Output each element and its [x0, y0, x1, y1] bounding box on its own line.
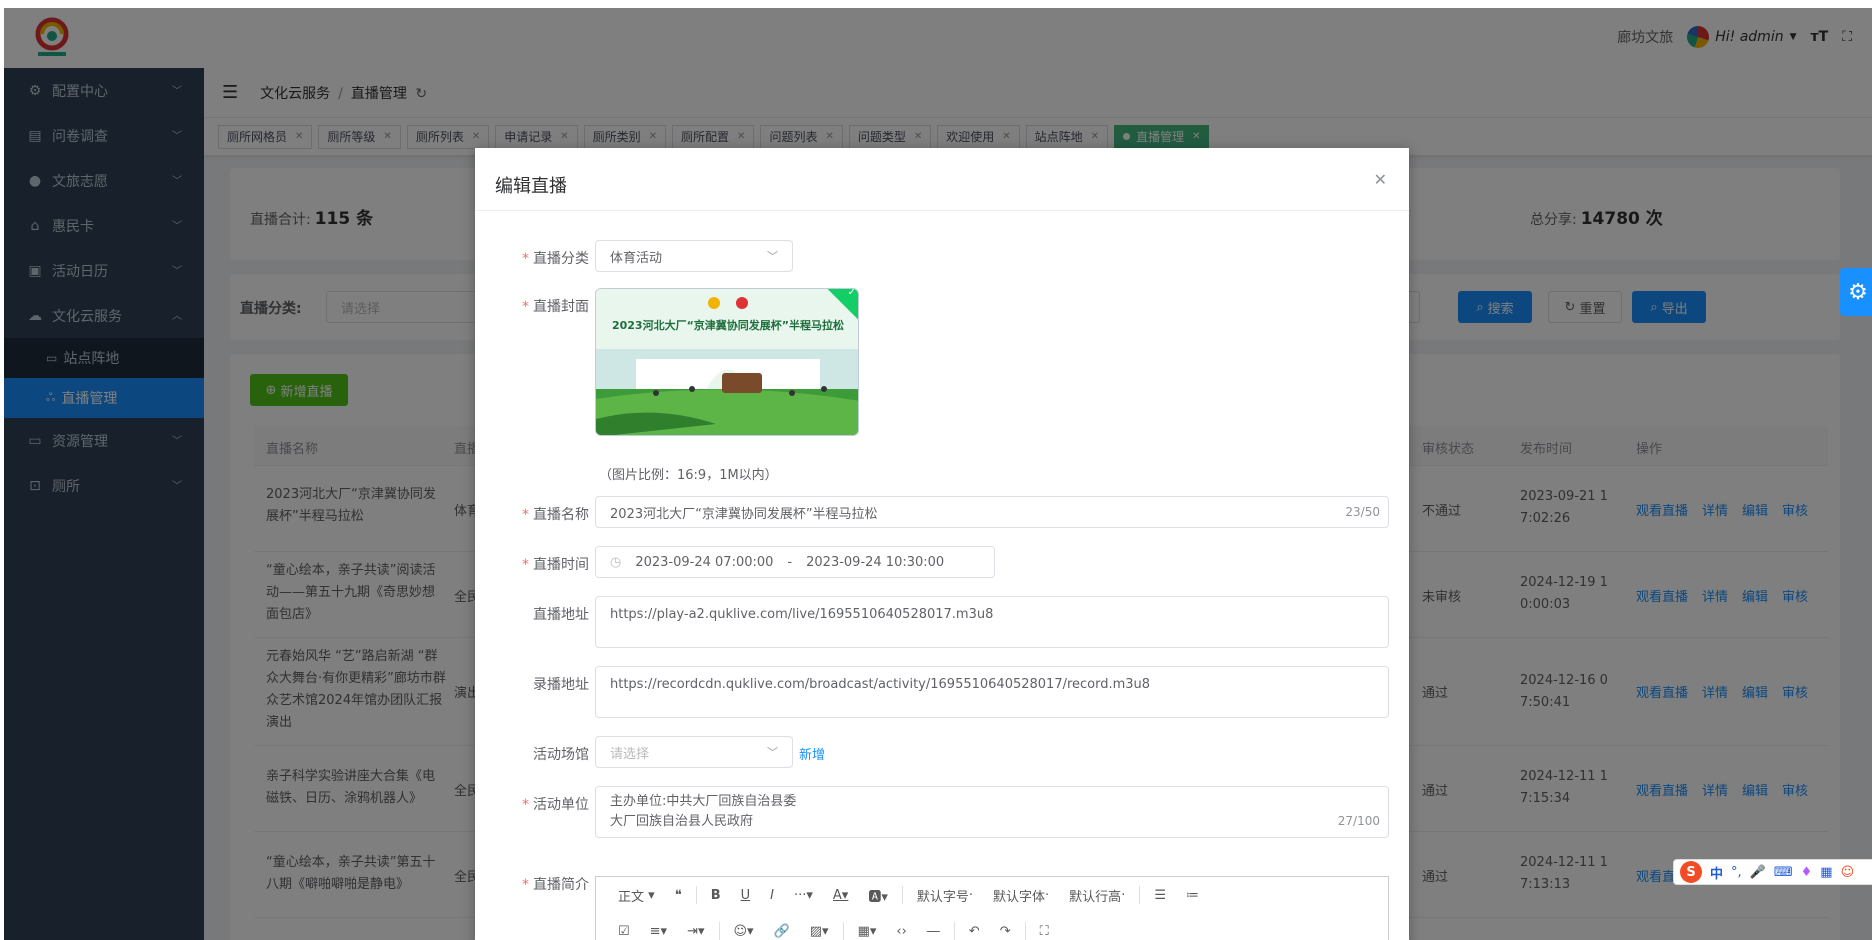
category-label: * 直播分类 [522, 251, 589, 267]
redo-icon[interactable]: ↷ [990, 917, 1021, 940]
check-icon: ✓ [847, 288, 856, 299]
time-range-picker[interactable]: ◷ 2023-09-24 07:00:00 - 2023-09-24 10:30… [595, 546, 995, 578]
code-icon[interactable]: ‹› [886, 917, 916, 940]
font-family-select[interactable]: 默认字体 · [983, 881, 1059, 909]
editor-toolbar-row: 正文 ▾ ❝ B U I ···▾ A▾ 🅰▾ 默认字号 · 默认字体 · 默认行高… [596, 877, 1388, 913]
venue-select[interactable]: 请选择 ﹀ [595, 736, 793, 768]
org-line: 主办单位:中共大厂回族自治县委 [610, 794, 797, 809]
org-char-count: 27/100 [1337, 814, 1380, 828]
indent-icon[interactable]: ⇥▾ [677, 917, 714, 940]
grid-icon[interactable]: ▦ [1820, 865, 1832, 880]
cover-label: * 直播封面 [522, 299, 589, 315]
table-icon[interactable]: ▦▾ [848, 917, 887, 940]
sogou-logo-icon[interactable]: S [1680, 861, 1702, 883]
app-frame: 廊坊文旅 Hi! admin ▼ тT ⛶ ⚙配置中心﹀ ▤问卷调查﹀ ●文旅志… [4, 8, 1872, 940]
chevron-down-icon: ﹀ [767, 250, 778, 263]
record-url-label: 录播地址 [533, 677, 589, 693]
font-size-select[interactable]: 默认字号 · [907, 881, 983, 909]
rich-text-editor: 正文 ▾ ❝ B U I ···▾ A▾ 🅰▾ 默认字号 · 默认字体 · 默认行高… [595, 876, 1389, 940]
image-icon[interactable]: ▨▾ [800, 917, 839, 940]
bullet-list-icon[interactable]: ☰ [1144, 881, 1176, 909]
clock-icon: ◷ [610, 554, 622, 570]
undo-icon[interactable]: ↶ [959, 917, 990, 940]
settings-gear-icon[interactable]: ⚙ [1840, 268, 1872, 316]
org-label: * 活动单位 [522, 797, 589, 813]
bold-icon[interactable]: B [701, 881, 731, 909]
name-label: * 直播名称 [522, 507, 589, 523]
category-select[interactable]: 体育活动 ﹀ [595, 240, 793, 272]
user-icon[interactable]: ☺ [1841, 865, 1855, 880]
add-venue-link[interactable]: 新增 [799, 744, 825, 763]
cover-hint: （图片比例：16:9，1M以内） [599, 468, 778, 483]
cover-banner-text: 2023河北大厂“京津冀协同发展杯”半程马拉松 [611, 319, 845, 332]
record-url-textarea[interactable]: https://recordcdn.quklive.com/broadcast/… [595, 666, 1389, 718]
name-input[interactable]: 2023河北大厂“京津冀协同发展杯”半程马拉松 23/50 [595, 496, 1389, 528]
more-icon[interactable]: ···▾ [784, 881, 823, 909]
microphone-icon[interactable]: 🎤 [1750, 865, 1766, 880]
paragraph-select[interactable]: 正文 ▾ [608, 881, 665, 909]
venue-label: 活动场馆 [533, 747, 589, 763]
divider-icon[interactable]: ― [917, 917, 950, 940]
name-char-count: 23/50 [1345, 505, 1380, 519]
time-label: * 直播时间 [522, 557, 589, 573]
editor-toolbar-row: ☑ ≡▾ ⇥▾ ☺▾ 🔗 ▨▾ ▦▾ ‹› ― ↶ ↷ ⛶ [596, 913, 1388, 940]
ime-lang[interactable]: 中 [1710, 863, 1723, 882]
align-icon[interactable]: ≡▾ [640, 917, 677, 940]
start-time: 2023-09-24 07:00:00 [635, 554, 774, 570]
live-url-label: 直播地址 [533, 607, 589, 623]
keyboard-icon[interactable]: ⌨ [1774, 865, 1793, 880]
fullscreen-icon[interactable]: ⛶ [1030, 917, 1059, 940]
intro-label: * 直播简介 [522, 877, 589, 893]
cover-illustration [596, 289, 858, 435]
end-time: 2023-09-24 10:30:00 [806, 554, 945, 570]
punctuation-icon[interactable]: °, [1731, 865, 1742, 880]
numbered-list-icon[interactable]: ≔ [1176, 881, 1209, 909]
emoji-icon[interactable]: ☺▾ [724, 917, 764, 940]
quote-icon[interactable]: ❝ [665, 881, 692, 909]
todo-icon[interactable]: ☑ [608, 917, 640, 940]
chevron-down-icon: ﹀ [767, 746, 778, 759]
org-line: 大厂回族自治县人民政府 [610, 814, 754, 829]
line-height-select[interactable]: 默认行高 · [1059, 881, 1135, 909]
skin-icon[interactable]: ♦ [1801, 865, 1813, 880]
link-icon[interactable]: 🔗 [764, 917, 800, 940]
org-textarea[interactable]: 主办单位:中共大厂回族自治县委 大厂回族自治县人民政府 27/100 [595, 786, 1389, 838]
italic-icon[interactable]: I [760, 881, 784, 909]
close-icon[interactable]: ✕ [1374, 170, 1387, 189]
ime-toolbar: S 中 °, 🎤 ⌨ ♦ ▦ ☺ [1673, 859, 1872, 885]
dialog-title: 编辑直播 [495, 176, 567, 197]
cover-image[interactable]: 2023河北大厂“京津冀协同发展杯”半程马拉松 ✓ [595, 288, 859, 436]
time-separator: - [787, 554, 793, 570]
underline-icon[interactable]: U [731, 881, 761, 909]
edit-live-dialog: 编辑直播 ✕ * 直播分类 体育活动 ﹀ * 直播封面 2023河北大厂“京津冀协同发… [475, 148, 1409, 940]
live-url-textarea[interactable]: https://play-a2.quklive.com/live/1695510… [595, 596, 1389, 648]
font-color-icon[interactable]: A▾ [823, 881, 858, 909]
background-color-icon[interactable]: 🅰▾ [858, 881, 898, 909]
